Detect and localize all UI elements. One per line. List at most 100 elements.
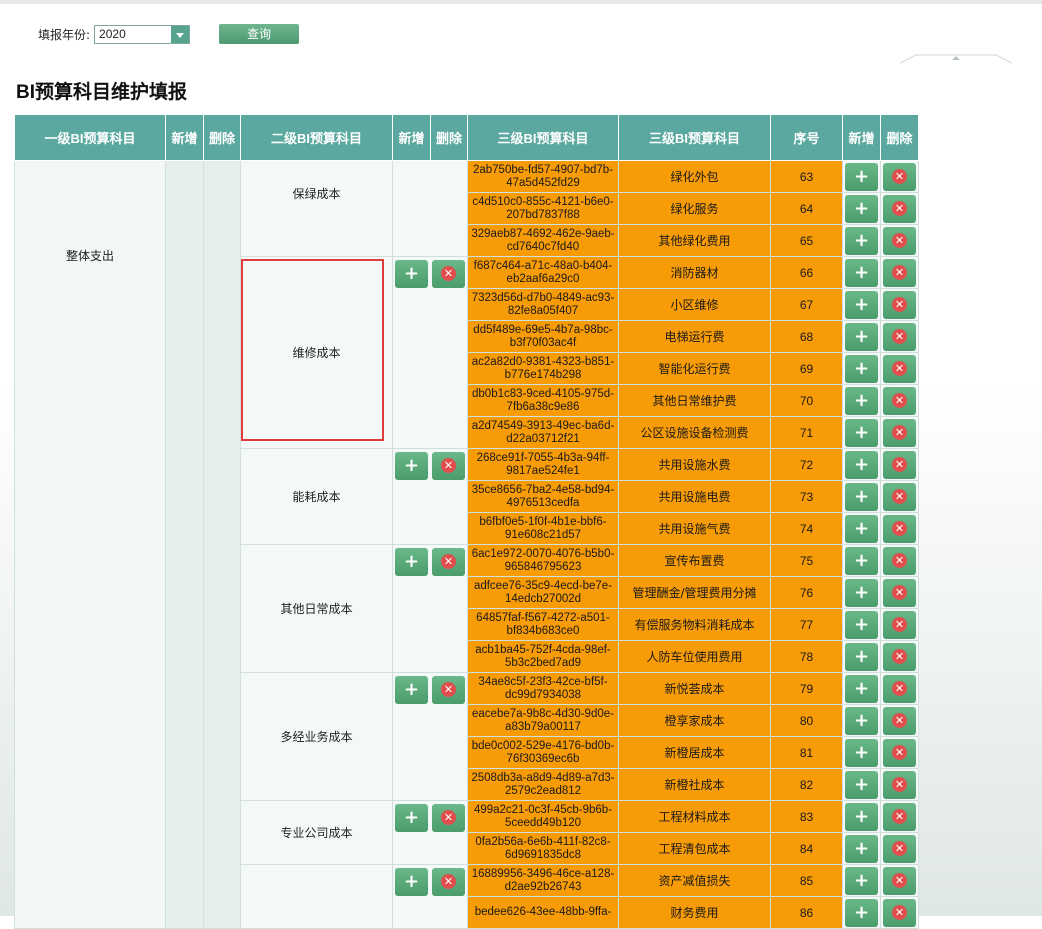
level3-delete-button[interactable]: ✕ [883,834,916,863]
level2-subject: 维修成本 [240,256,393,449]
level3-add-button[interactable]: + [845,354,878,383]
level3-delete-button[interactable]: ✕ [883,546,916,575]
close-circle-icon: ✕ [441,682,456,697]
level2-action-buttons: + ✕ [393,257,467,448]
level3-delete-button[interactable]: ✕ [883,706,916,735]
level3-delete-cell: ✕ [880,608,919,641]
query-button[interactable]: 查询 [219,24,299,44]
level2-add-button[interactable]: + [395,452,428,480]
col-level2-delete: 删除 [430,114,468,161]
level3-add-cell: + [842,192,881,225]
level3-delete-button[interactable]: ✕ [883,738,916,767]
plus-icon: + [853,421,870,443]
level3-seq: 83 [770,800,843,833]
level3-add-button[interactable]: + [845,802,878,831]
level3-add-button[interactable]: + [845,898,878,927]
level3-delete-button[interactable]: ✕ [883,354,916,383]
level3-delete-cell: ✕ [880,352,919,385]
level3-code: b6fbf0e5-1f0f-4b1e-bbf6-91e608c21d57 [467,512,619,545]
level3-delete-button[interactable]: ✕ [883,226,916,255]
level3-add-button[interactable]: + [845,770,878,799]
level3-delete-button[interactable]: ✕ [883,642,916,671]
level3-add-button[interactable]: + [845,226,878,255]
level3-delete-cell: ✕ [880,832,919,865]
level3-delete-button[interactable]: ✕ [883,770,916,799]
level3-delete-cell: ✕ [880,896,919,929]
level3-add-button[interactable]: + [845,642,878,671]
level2-delete-button[interactable]: ✕ [432,804,465,832]
level2-actions [392,160,468,257]
plus-icon: + [853,837,870,859]
level3-add-button[interactable]: + [845,738,878,767]
plus-icon: + [403,263,420,284]
level3-add-button[interactable]: + [845,674,878,703]
level3-add-button[interactable]: + [845,834,878,863]
level3-add-button[interactable]: + [845,866,878,895]
level2-delete-button[interactable]: ✕ [432,548,465,576]
level3-delete-button[interactable]: ✕ [883,418,916,447]
level2-delete-button[interactable]: ✕ [432,676,465,704]
level3-delete-button[interactable]: ✕ [883,258,916,287]
level2-add-button[interactable]: + [395,868,428,896]
collapse-tab[interactable] [900,52,1012,64]
level3-add-button[interactable]: + [845,450,878,479]
level3-delete-button[interactable]: ✕ [883,322,916,351]
level3-delete-button[interactable]: ✕ [883,482,916,511]
close-circle-icon: ✕ [892,776,907,792]
level3-delete-button[interactable]: ✕ [883,610,916,639]
level3-add-button[interactable]: + [845,290,878,319]
level3-add-button[interactable]: + [845,322,878,351]
level1-subject: 整体支出 [14,160,166,929]
level3-add-button[interactable]: + [845,514,878,543]
level3-delete-button[interactable]: ✕ [883,162,916,191]
level3-delete-button[interactable]: ✕ [883,866,916,895]
level3-add-button[interactable]: + [845,578,878,607]
year-select[interactable]: 2020 [94,24,191,44]
plus-icon: + [853,645,870,667]
level3-add-button[interactable]: + [845,386,878,415]
level3-add-button[interactable]: + [845,418,878,447]
level3-delete-cell: ✕ [880,576,919,609]
level3-code: dd5f489e-69e5-4b7a-98bc-b3f70f03ac4f [467,320,619,353]
level3-delete-button[interactable]: ✕ [883,450,916,479]
top-border [0,0,1042,4]
level3-delete-button[interactable]: ✕ [883,290,916,319]
level3-add-cell: + [842,896,881,929]
level3-seq: 79 [770,672,843,705]
year-select-value: 2020 [99,27,126,41]
level3-add-button[interactable]: + [845,610,878,639]
level2-add-button[interactable]: + [395,804,428,832]
plus-icon: + [403,679,420,700]
level3-seq: 71 [770,416,843,449]
level3-name: 新橙社成本 [618,768,771,801]
close-circle-icon: ✕ [892,328,907,344]
level2-add-button[interactable]: + [395,260,428,288]
level3-add-button[interactable]: + [845,482,878,511]
level2-add-button[interactable]: + [395,676,428,704]
level3-delete-button[interactable]: ✕ [883,674,916,703]
chevron-down-icon[interactable] [171,25,190,43]
level3-add-button[interactable]: + [845,162,878,191]
level3-add-button[interactable]: + [845,258,878,287]
level3-delete-button[interactable]: ✕ [883,898,916,927]
level3-code: 499a2c21-0c3f-45cb-9b6b-5ceedd49b120 [467,800,619,833]
level2-delete-button[interactable]: ✕ [432,260,465,288]
level2-delete-button[interactable]: ✕ [432,868,465,896]
close-circle-icon: ✕ [441,810,456,825]
level3-delete-button[interactable]: ✕ [883,386,916,415]
close-circle-icon: ✕ [441,458,456,473]
level3-delete-button[interactable]: ✕ [883,514,916,543]
level3-delete-button[interactable]: ✕ [883,578,916,607]
level3-add-cell: + [842,160,881,193]
level3-name: 小区维修 [618,288,771,321]
level3-add-button[interactable]: + [845,706,878,735]
level3-add-button[interactable]: + [845,194,878,223]
level3-delete-button[interactable]: ✕ [883,194,916,223]
level2-delete-button[interactable]: ✕ [432,452,465,480]
level2-add-button[interactable]: + [395,548,428,576]
level3-add-button[interactable]: + [845,546,878,575]
close-circle-icon: ✕ [892,904,907,920]
level3-delete-cell: ✕ [880,640,919,673]
level3-delete-button[interactable]: ✕ [883,802,916,831]
level3-delete-cell: ✕ [880,736,919,769]
